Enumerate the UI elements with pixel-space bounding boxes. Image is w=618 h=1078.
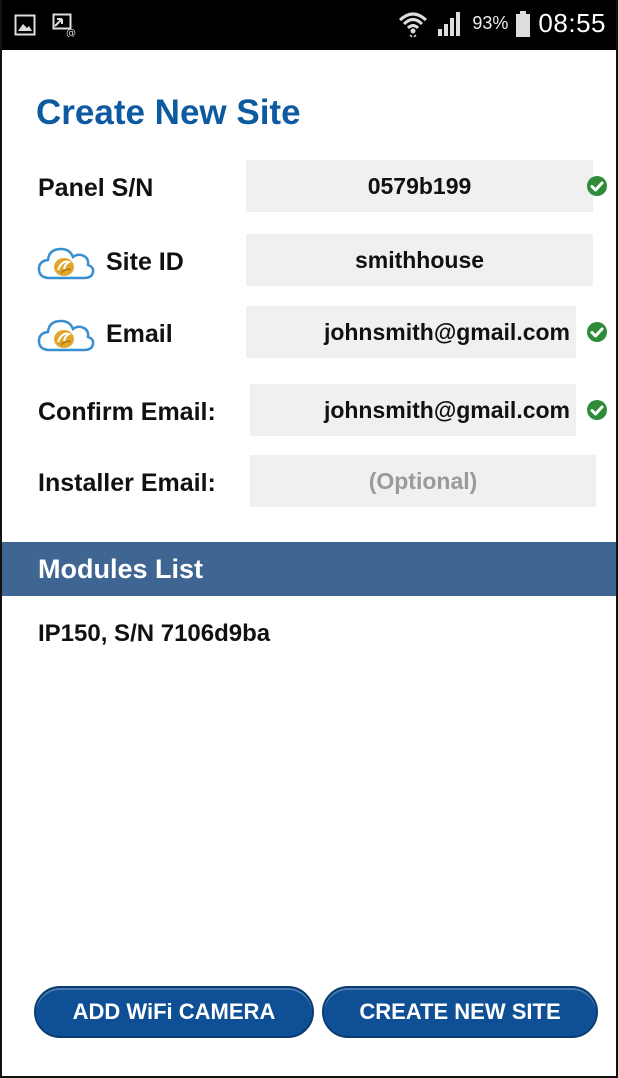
email-row: Email johnsmith@gmail.com — [2, 306, 616, 362]
status-right-icons: 93% 08:55 — [398, 8, 606, 39]
status-time: 08:55 — [538, 8, 606, 38]
confirm-email-field[interactable]: johnsmith@gmail.com — [250, 384, 576, 436]
status-left-icons: @ — [14, 13, 78, 37]
panel-sn-check-icon — [587, 176, 607, 196]
module-list-item[interactable]: IP150, S/N 7106d9ba — [38, 620, 270, 648]
status-bar: @ 93% 08:55 — [2, 0, 616, 50]
cloud-logo-icon — [37, 247, 95, 280]
email-field[interactable]: johnsmith@gmail.com — [246, 306, 576, 358]
cloud-logo-icon — [37, 319, 95, 352]
confirm-email-label: Confirm Email: — [38, 397, 216, 426]
battery-percent: 93% — [472, 13, 509, 33]
confirm-email-check-icon — [587, 400, 607, 420]
email-label: Email — [106, 319, 173, 348]
modules-list-header: Modules List — [2, 542, 616, 596]
page-title: Create New Site — [36, 93, 301, 132]
email-label-group: Email — [36, 306, 173, 362]
site-id-field[interactable]: smithhouse — [246, 234, 593, 286]
battery-icon — [516, 10, 531, 37]
gallery-icon — [14, 14, 36, 36]
confirm-email-row: Confirm Email: johnsmith@gmail.com — [2, 384, 616, 440]
email-check-icon — [587, 322, 607, 342]
installer-email-label: Installer Email: — [38, 468, 216, 497]
cast-mail-icon: @ — [52, 13, 76, 37]
installer-email-field[interactable]: (Optional) — [250, 455, 596, 507]
panel-sn-label: Panel S/N — [38, 173, 154, 202]
installer-email-row: Installer Email: (Optional) — [2, 455, 616, 511]
panel-sn-field[interactable]: 0579b199 — [246, 160, 593, 212]
app-screen: @ 93% 08:55 Create New Site Panel S/N 05… — [0, 0, 618, 1078]
svg-text:@: @ — [66, 28, 76, 37]
wifi-icon — [399, 12, 428, 38]
site-id-label-group: Site ID — [36, 234, 184, 290]
panel-sn-row: Panel S/N 0579b199 — [2, 160, 616, 216]
add-wifi-camera-button[interactable]: ADD WiFi CAMERA — [34, 986, 314, 1038]
site-id-label: Site ID — [106, 247, 184, 276]
signal-icon — [438, 11, 461, 36]
site-id-row: Site ID smithhouse — [2, 234, 616, 290]
create-new-site-button[interactable]: CREATE NEW SITE — [322, 986, 598, 1038]
